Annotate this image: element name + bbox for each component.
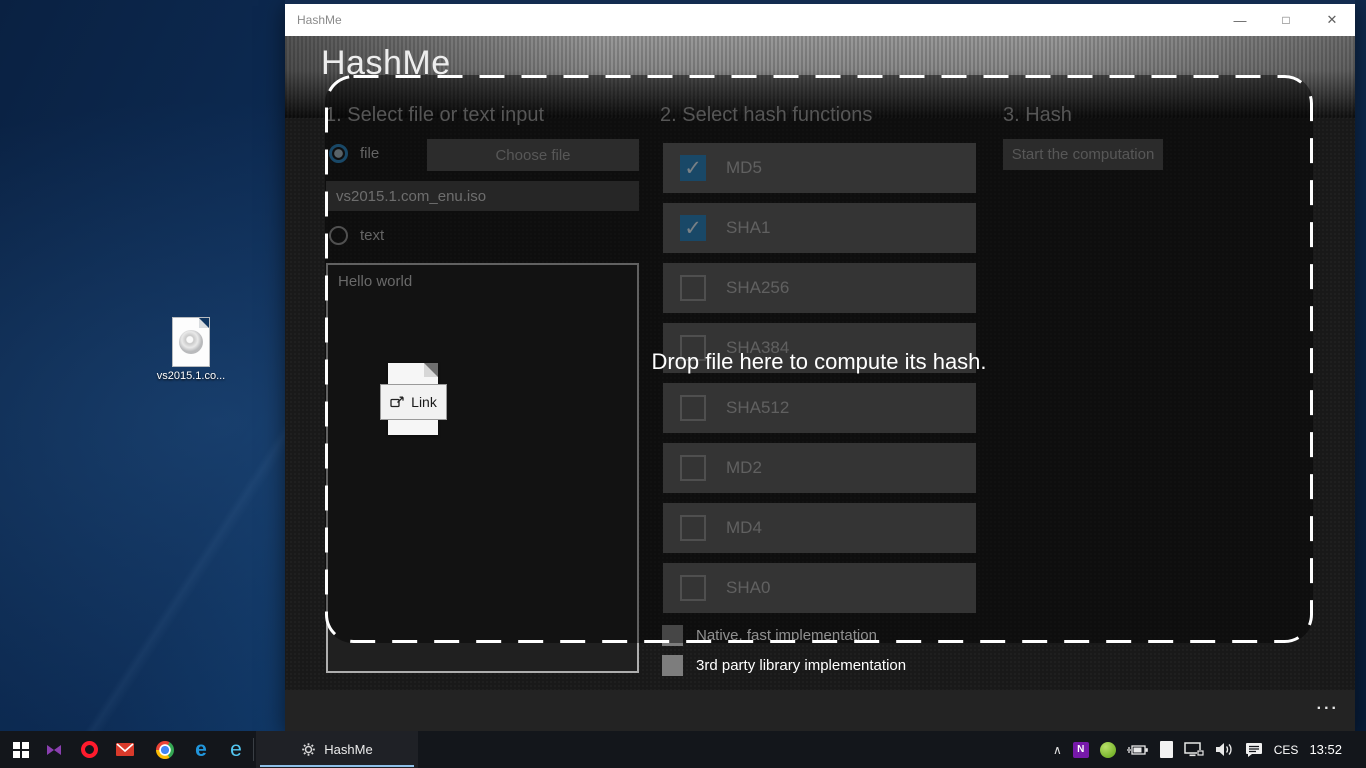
system-tray: ∧ N CES [1053, 731, 1366, 768]
start-button[interactable] [6, 731, 36, 768]
iso-file-icon [173, 318, 209, 366]
edge-icon[interactable]: e [188, 731, 214, 768]
minimize-button[interactable]: — [1217, 4, 1263, 36]
battery-charging-icon[interactable] [1127, 743, 1149, 757]
titlebar[interactable]: HashMe — □ ✕ [285, 4, 1355, 36]
taskbar: e e HashMe ∧ N [0, 731, 1366, 768]
legend-row: 3rd party library implementation [662, 654, 906, 676]
windows-logo-icon [13, 742, 29, 758]
network-display-icon[interactable] [1184, 742, 1204, 758]
shortcut-arrow-icon [390, 396, 405, 408]
chevron-up-icon[interactable]: ∧ [1053, 743, 1062, 757]
desktop: vs2015.1.co... HashMe — □ ✕ HashMe 1. Se… [0, 0, 1366, 768]
close-button[interactable]: ✕ [1309, 4, 1355, 36]
drag-link-label: Link [411, 394, 437, 410]
ghost-page-fold [424, 363, 438, 377]
disc-icon [179, 330, 203, 354]
maximize-button[interactable]: □ [1263, 4, 1309, 36]
onenote-clipper-icon[interactable]: N [1073, 742, 1089, 758]
caption-buttons: — □ ✕ [1217, 4, 1355, 36]
window-title: HashMe [297, 13, 342, 27]
volume-icon[interactable] [1215, 742, 1234, 757]
gear-icon [301, 742, 316, 757]
more-options-button[interactable]: ... [1317, 696, 1339, 714]
drag-link-badge: Link [380, 384, 447, 420]
page-fold [199, 318, 209, 328]
legend-label: 3rd party library implementation [696, 657, 906, 674]
drop-message: Drop file here to compute its hash. [651, 343, 986, 375]
mail-icon[interactable] [112, 731, 138, 768]
language-indicator[interactable]: CES [1274, 743, 1299, 757]
chrome-icon[interactable] [152, 731, 178, 768]
desktop-icon-iso-file[interactable]: vs2015.1.co... [155, 318, 227, 382]
opera-icon[interactable] [76, 731, 102, 768]
taskbar-hashme-label: HashMe [324, 742, 372, 757]
action-center-icon[interactable] [1245, 742, 1263, 758]
taskbar-hashme-button[interactable]: HashMe [256, 731, 418, 768]
command-bar: ... [285, 690, 1355, 731]
remote-window-icon[interactable] [1160, 741, 1173, 758]
green-app-icon[interactable] [1100, 742, 1116, 758]
taskbar-divider [253, 738, 254, 761]
visual-studio-icon[interactable] [41, 731, 67, 768]
internet-explorer-icon[interactable]: e [223, 731, 249, 768]
app-client-area: HashMe 1. Select file or text input file… [285, 36, 1355, 731]
legend-swatch [662, 655, 683, 676]
clock[interactable]: 13:52 [1309, 742, 1342, 757]
desktop-icon-label: vs2015.1.co... [155, 370, 227, 382]
drop-zone-overlay[interactable]: Drop file here to compute its hash. [325, 75, 1313, 643]
hashme-window: HashMe — □ ✕ HashMe 1. Select file or te… [285, 0, 1355, 731]
